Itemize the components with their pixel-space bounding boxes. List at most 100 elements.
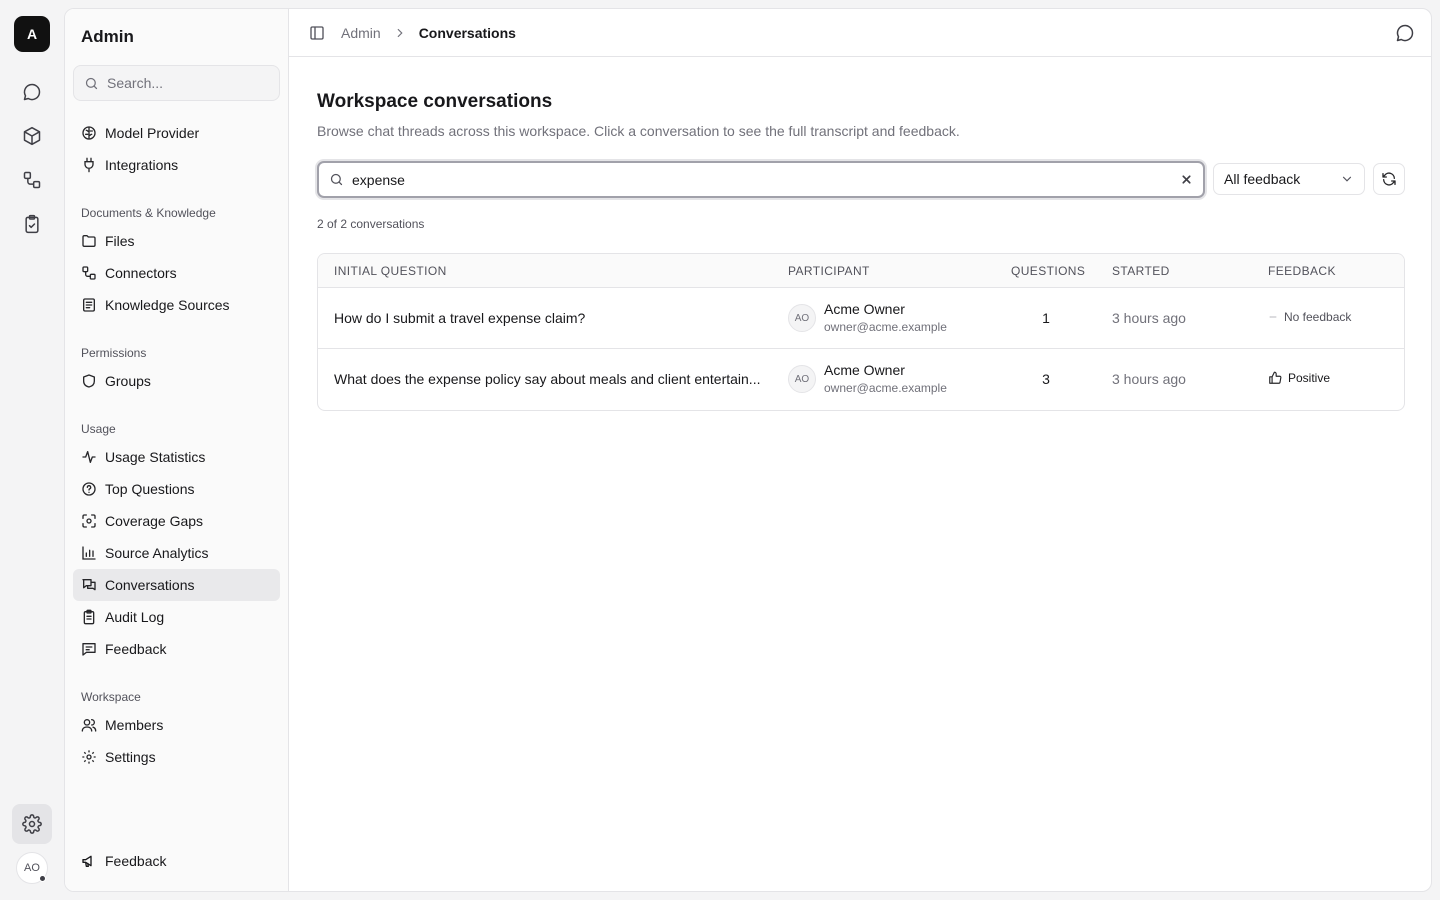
feedback-filter-select[interactable]: All feedback xyxy=(1213,163,1365,195)
sidebar-item-connectors[interactable]: Connectors xyxy=(73,257,280,289)
dash-icon xyxy=(1269,316,1277,318)
workflows-nav-button[interactable] xyxy=(16,164,48,196)
sidebar-item-label: Feedback xyxy=(105,641,167,657)
sidebar-search-input[interactable]: Search... xyxy=(73,65,280,101)
column-header-participant[interactable]: PARTICIPANT xyxy=(788,264,870,278)
sidebar-item-conversations[interactable]: Conversations xyxy=(73,569,280,601)
main-content: Admin Conversations Workspace conversati… xyxy=(289,9,1431,891)
sidebar-item-label: Settings xyxy=(105,749,156,765)
sidebar-item-files[interactable]: Files xyxy=(73,225,280,257)
chat-nav-button[interactable] xyxy=(16,76,48,108)
admin-settings-button[interactable] xyxy=(12,804,52,844)
book-icon xyxy=(83,298,95,312)
status-dot xyxy=(39,875,46,882)
column-header-started[interactable]: STARTED xyxy=(1112,264,1170,278)
conversation-search-input[interactable]: expense xyxy=(317,161,1205,198)
chevron-down-icon xyxy=(1342,176,1352,182)
clear-search-button[interactable] xyxy=(1180,173,1193,186)
megaphone-icon xyxy=(82,855,92,867)
table-row[interactable]: How do I submit a travel expense claim? … xyxy=(318,288,1404,349)
sidebar-item-knowledge-sources[interactable]: Knowledge Sources xyxy=(73,289,280,321)
result-count: 2 of 2 conversations xyxy=(317,217,425,231)
page-title: Workspace conversations xyxy=(317,91,553,112)
sidebar-item-label: Members xyxy=(105,717,164,733)
chat-icon xyxy=(1396,24,1414,42)
search-icon xyxy=(330,173,343,186)
participant-name: Acme Owner xyxy=(824,301,905,317)
sidebar-item-label: Groups xyxy=(105,373,151,389)
app-rail: A AO xyxy=(0,0,64,900)
admin-sidebar: Admin Search... Model Provider Integrati… xyxy=(65,9,289,891)
brain-icon xyxy=(82,126,96,140)
sidebar-item-label: Conversations xyxy=(105,577,195,593)
send-feedback-label: Feedback xyxy=(105,853,167,869)
sidebar-item-label: Integrations xyxy=(105,157,179,173)
table-header: INITIAL QUESTION PARTICIPANT QUESTIONS S… xyxy=(318,254,1404,288)
users-icon xyxy=(81,719,97,732)
conversations-table: INITIAL QUESTION PARTICIPANT QUESTIONS S… xyxy=(317,253,1405,411)
sidebar-search-placeholder: Search... xyxy=(107,75,164,91)
chat-panel-button[interactable] xyxy=(1395,23,1415,43)
scan-icon xyxy=(82,514,96,528)
column-header-feedback[interactable]: FEEDBACK xyxy=(1268,264,1336,278)
chat-icon xyxy=(23,83,41,101)
top-bar: Admin Conversations xyxy=(289,9,1431,57)
initial-question-cell: How do I submit a travel expense claim? xyxy=(334,310,586,326)
sidebar-group-permissions: Permissions xyxy=(81,346,147,360)
sidebar-item-audit-log[interactable]: Audit Log xyxy=(73,601,280,633)
sidebar-item-top-questions[interactable]: Top Questions xyxy=(73,473,280,505)
sidebar-item-label: Top Questions xyxy=(105,481,195,497)
close-icon xyxy=(1182,175,1191,184)
page-description: Browse chat threads across this workspac… xyxy=(317,123,960,139)
refresh-icon xyxy=(1382,172,1396,186)
feedback-status: No feedback xyxy=(1268,310,1351,324)
toggle-sidebar-button[interactable] xyxy=(309,25,325,41)
folder-icon xyxy=(82,235,96,247)
sidebar-item-settings[interactable]: Settings xyxy=(73,741,280,773)
gear-icon xyxy=(22,814,42,834)
user-avatar-initials: AO xyxy=(24,862,40,874)
table-row[interactable]: What does the expense policy say about m… xyxy=(318,349,1404,410)
participant-email: owner@acme.example xyxy=(824,320,947,334)
clipboard-icon xyxy=(83,609,95,625)
sidebar-item-members[interactable]: Members xyxy=(73,709,280,741)
conversation-search-value: expense xyxy=(352,171,405,188)
column-header-questions[interactable]: QUESTIONS xyxy=(1011,264,1085,278)
feedback-filter-value: All feedback xyxy=(1224,171,1301,187)
started-time: 3 hours ago xyxy=(1112,371,1186,387)
models-nav-button[interactable] xyxy=(16,120,48,152)
breadcrumb-separator-icon xyxy=(393,26,407,40)
question-circle-icon xyxy=(82,482,96,496)
sidebar-group-workspace: Workspace xyxy=(81,690,141,704)
feedback-status: Positive xyxy=(1268,371,1330,385)
user-avatar[interactable]: AO xyxy=(16,852,48,884)
sidebar-item-usage-statistics[interactable]: Usage Statistics xyxy=(73,441,280,473)
sidebar-item-groups[interactable]: Groups xyxy=(73,365,280,397)
sidebar-item-source-analytics[interactable]: Source Analytics xyxy=(73,537,280,569)
gear-icon xyxy=(82,750,96,764)
tasks-nav-button[interactable] xyxy=(16,208,48,240)
chat-bubbles-icon xyxy=(82,579,96,591)
sidebar-item-feedback[interactable]: Feedback xyxy=(73,633,280,665)
sidebar-item-label: Model Provider xyxy=(105,125,200,141)
sidebar-item-model-provider[interactable]: Model Provider xyxy=(73,117,280,149)
shield-icon xyxy=(83,374,95,388)
workspace-logo[interactable]: A xyxy=(14,16,50,52)
feedback-label: Positive xyxy=(1288,371,1331,385)
questions-count: 3 xyxy=(1042,371,1050,387)
breadcrumb-current: Conversations xyxy=(418,24,516,41)
refresh-button[interactable] xyxy=(1373,163,1405,195)
column-header-initial-question[interactable]: INITIAL QUESTION xyxy=(334,264,447,278)
sidebar-item-label: Source Analytics xyxy=(105,545,209,561)
send-feedback-button[interactable]: Feedback xyxy=(73,845,280,877)
plug-icon xyxy=(84,157,94,173)
sidebar-item-coverage-gaps[interactable]: Coverage Gaps xyxy=(73,505,280,537)
participant-email: owner@acme.example xyxy=(824,381,947,395)
sidebar-item-label: Audit Log xyxy=(105,609,165,625)
sidebar-group-usage: Usage xyxy=(81,422,116,436)
sidebar-item-label: Knowledge Sources xyxy=(105,297,230,313)
app-shell: Admin Search... Model Provider Integrati… xyxy=(64,8,1432,892)
message-square-icon xyxy=(82,643,96,656)
breadcrumb-admin[interactable]: Admin xyxy=(341,25,381,41)
sidebar-item-integrations[interactable]: Integrations xyxy=(73,149,280,181)
